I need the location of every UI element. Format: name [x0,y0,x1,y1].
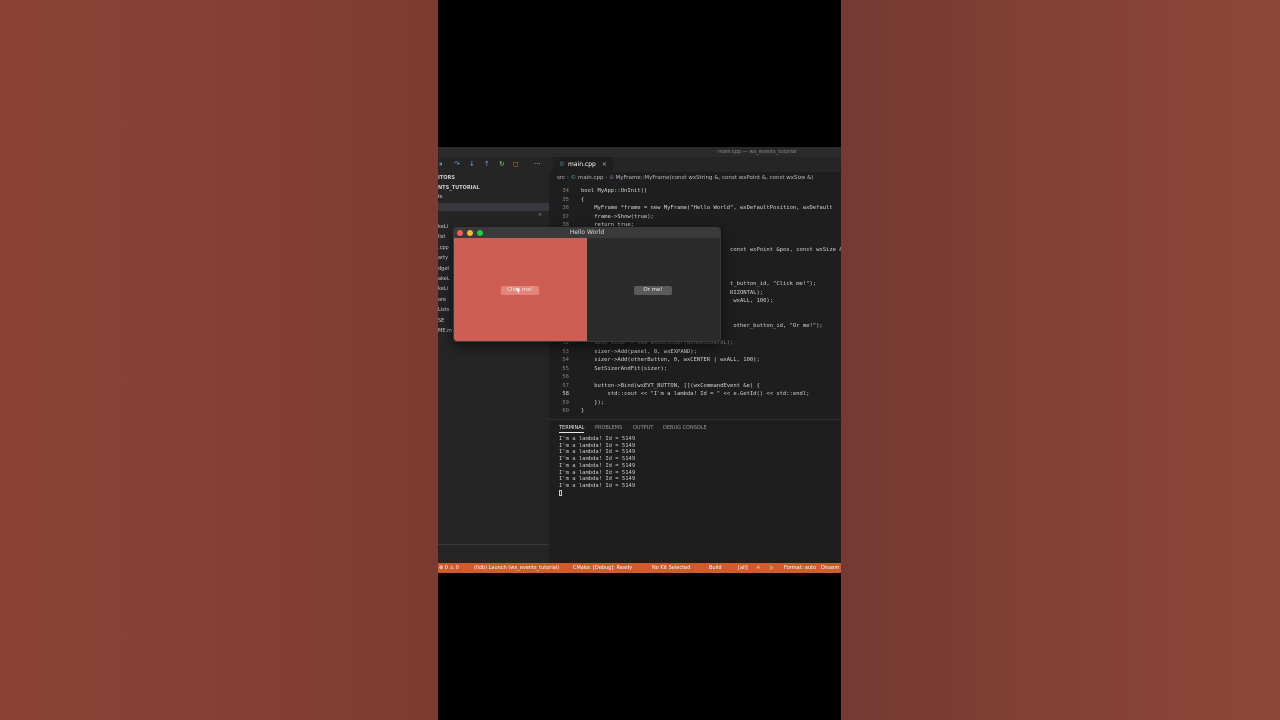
format-status[interactable]: Format: auto [784,563,816,573]
line-number: 37 [562,213,569,220]
bug-icon[interactable]: ☼ [756,563,760,573]
cmake-status[interactable]: CMake: [Debug]: Ready [573,563,632,573]
explorer-item[interactable]: keLi [438,286,448,293]
background-right-blur [841,0,1280,720]
tab-label: main.cpp [568,161,596,168]
sidebar-divider [438,544,549,545]
line-number: 56 [562,374,569,380]
cpp-file-icon: © [570,175,577,181]
code-line: std::cout << "I'm a lambda! Id = " << e.… [581,391,810,397]
or-me-button[interactable]: Or me! [634,286,672,295]
tab-terminal[interactable]: TERMINAL [559,424,585,433]
explorer-item[interactable]: SE [438,318,444,325]
explorer-item[interactable]: le [438,194,442,201]
maximize-window-icon[interactable] [477,230,483,236]
explorer-item[interactable]: akeL [438,276,450,283]
debug-toolbar: ⏸ ↷ ↓ ↑ ↻ ◻ ··· [438,157,549,172]
code-line: bool MyApp::OnInit() [581,188,648,194]
selected-row [438,203,549,211]
close-tab-icon[interactable]: × [602,161,607,168]
background-left-blur [0,0,438,720]
explorer-item[interactable]: arty [438,255,448,262]
minimize-window-icon[interactable] [467,230,473,236]
play-icon[interactable]: ▷ [770,563,774,573]
explorer-item[interactable]: ore [438,297,446,304]
app-titlebar: Hello World [454,228,720,238]
line-number: 58 [562,391,569,397]
restart-icon[interactable]: ↻ [499,160,505,169]
code-line: frame->Show(true); [581,213,654,220]
explorer-item[interactable]: ME.m [438,328,452,335]
line-number: 59 [562,399,569,406]
explorer-item[interactable]: list [438,234,445,241]
close-icon[interactable]: × [538,212,542,219]
video-frame: main.cpp — wx_events_tutorial ⏸ ↷ ↓ ↑ ↻ … [438,0,841,720]
target-selector[interactable]: [all] [738,563,748,573]
tab-main-cpp[interactable]: © main.cpp × [553,157,613,172]
line-number: 57 [562,382,569,389]
open-editors-header[interactable]: ITORS [438,175,455,182]
explorer-item[interactable]: dget [438,266,449,273]
problems-indicator[interactable]: ⊗ 0 ⚠ 0 [439,563,459,573]
tab-problems[interactable]: PROBLEMS [595,424,622,432]
line-number: 35 [562,196,569,203]
explorer-item[interactable]: Lists [438,307,449,314]
line-number: 60 [562,408,569,414]
step-into-icon[interactable]: ↓ [469,160,475,169]
code-line: MyFrame *frame = new MyFrame("Hello Worl… [581,205,833,211]
line-number: 34 [562,188,569,194]
right-panel: Or me! [587,238,720,341]
bottom-panel: TERMINAL PROBLEMS OUTPUT DEBUG CONSOLE I… [549,419,841,564]
cpp-file-icon: © [559,161,565,168]
status-bar: ⊗ 0 ⚠ 0 (lldb) Launch (wx_events_tutoria… [438,563,841,573]
breadcrumb: src › © main.cpp › ⊙ MyFrame::MyFrame(co… [557,175,814,181]
project-header[interactable]: NTS_TUTORIAL [438,185,480,192]
explorer-item[interactable]: keLi [438,224,448,231]
step-over-icon[interactable]: ↷ [454,160,460,169]
code-line: SetSizerAndFit(sizer); [581,365,668,372]
app-title: Hello World [569,229,605,236]
step-out-icon[interactable]: ↑ [484,160,490,169]
terminal-cursor [559,490,562,496]
window-title: main.cpp — wx_events_tutorial [718,149,797,155]
breadcrumb-src[interactable]: src [557,175,565,181]
breadcrumb-symbol[interactable]: MyFrame::MyFrame(const wxString &, const… [616,175,814,181]
line-number: 55 [562,365,569,372]
terminal-output[interactable]: I'm a lambda! Id = 5149 I'm a lambda! Id… [559,436,635,490]
kit-selector[interactable]: No Kit Selected [652,563,690,573]
tab-output[interactable]: OUTPUT [633,424,653,432]
close-window-icon[interactable] [457,230,463,236]
build-button[interactable]: Build [709,563,722,573]
window-titlebar: main.cpp — wx_events_tutorial [438,147,841,157]
code-line: { [581,196,585,203]
line-number: 53 [562,348,569,355]
breadcrumb-file[interactable]: main.cpp [578,175,604,181]
red-panel: Click me! [454,238,587,341]
line-number: 36 [562,205,569,211]
pause-icon[interactable]: ⏸ [439,160,443,169]
editor-tab-bar: © main.cpp × [549,157,841,172]
disasm-toggle[interactable]: Disasm [821,563,839,573]
code-line: sizer->Add(otherButton, 0, wxCENTER | wx… [581,357,760,363]
stop-icon[interactable]: ◻ [513,160,519,169]
tab-debug-console[interactable]: DEBUG CONSOLE [663,424,707,432]
more-actions-icon[interactable]: ··· [534,160,541,169]
explorer-item[interactable]: .cpp [438,245,449,252]
code-line: }); [581,399,605,406]
code-line: button->Bind(wxEVT_BUTTON, [](wxCommandE… [581,382,760,389]
code-line: sizer->Add(panel, 0, wxEXPAND); [581,348,697,355]
line-number: 54 [562,357,569,363]
code-line: } [581,408,585,414]
vscode-window: main.cpp — wx_events_tutorial ⏸ ↷ ↓ ↑ ↻ … [438,147,841,573]
launch-config[interactable]: (lldb) Launch (wx_events_tutorial) [474,563,559,573]
hello-world-window: Hello World Click me! Or me! [453,227,721,342]
method-icon: ⊙ [609,175,614,181]
